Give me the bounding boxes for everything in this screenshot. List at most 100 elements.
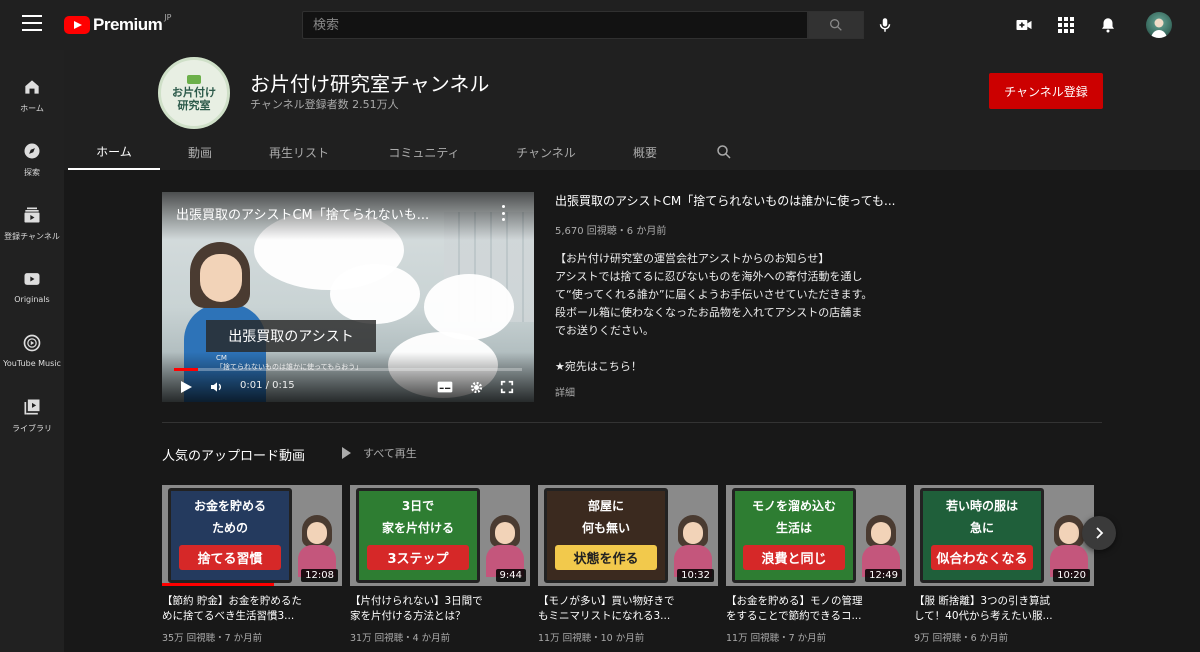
video-meta: 35万 回視聴・7 か月前 xyxy=(162,633,263,644)
video-title-line: 【節約 貯金】お金を貯めるた xyxy=(162,595,302,607)
more-vertical-icon[interactable] xyxy=(502,205,506,221)
fullscreen-button[interactable] xyxy=(498,378,516,396)
search-box xyxy=(302,11,808,39)
sidebar-item-youtube-music[interactable]: YouTube Music xyxy=(0,316,64,380)
person-illustration xyxy=(862,515,900,577)
account-avatar[interactable] xyxy=(1146,12,1172,38)
sidebar-item-label: ホーム xyxy=(20,104,44,113)
thumbnail-text: 捨てる習慣 xyxy=(179,545,281,570)
featured-video-player[interactable]: 出張買取のアシストCM「捨てられないも... 出張買取のアシスト CM 「捨てら… xyxy=(162,192,534,402)
video-title[interactable]: 【お金を貯める】モノの管理 をすることで節約できるコ... xyxy=(726,594,898,624)
sidebar-item-label: ライブラリ xyxy=(12,424,52,433)
video-thumbnail[interactable]: 部屋に 何も無い 状態を作る 10:32 xyxy=(538,485,718,586)
tab-videos[interactable]: 動画 xyxy=(170,134,230,170)
play-all-button[interactable]: すべて再生 xyxy=(342,445,417,461)
thumbnail-text: 浪費と同じ xyxy=(743,545,845,570)
sidebar-item-label: YouTube Music xyxy=(3,359,61,368)
subscriber-count: チャンネル登録者数 2.51万人 xyxy=(250,98,399,111)
thumbnail-text: 家を片付ける xyxy=(381,521,454,535)
channel-avatar[interactable]: お片付け 研究室 xyxy=(158,57,230,129)
thumbnail-text-card: モノを溜め込む 生活は 浪費と同じ xyxy=(732,488,856,583)
video-title[interactable]: 【モノが多い】買い物好きで もミニマリストになれる3... xyxy=(538,594,710,624)
featured-video-title[interactable]: 出張買取のアシストCM「捨てられないものは誰かに使っても... xyxy=(555,192,915,209)
subscribe-button[interactable]: チャンネル登録 xyxy=(989,73,1103,109)
player-title[interactable]: 出張買取のアシストCM「捨てられないも... xyxy=(176,204,496,223)
read-more-link[interactable]: 詳細 xyxy=(555,384,575,399)
settings-button[interactable] xyxy=(467,378,485,396)
person-illustration xyxy=(1050,515,1088,577)
play-icon xyxy=(342,447,351,459)
youtube-logo[interactable]: Premium JP xyxy=(64,13,171,36)
shelf-next-button[interactable] xyxy=(1082,516,1116,550)
video-card[interactable]: 部屋に 何も無い 状態を作る 10:32 【モノが多い】買い物好きで もミニマリストになれ… xyxy=(538,485,718,644)
thought-bubble xyxy=(424,274,514,340)
search-button[interactable] xyxy=(808,11,864,39)
tab-community[interactable]: コミュニティ xyxy=(374,134,474,170)
player-time: 0:01 / 0:15 xyxy=(240,380,295,391)
channel-home-content: 出張買取のアシストCM「捨てられないも... 出張買取のアシスト CM 「捨てら… xyxy=(64,170,1200,652)
tab-home[interactable]: ホーム xyxy=(68,134,160,170)
video-title[interactable]: 【服 断捨離】3つの引き算試 して！40代から考えたい服... xyxy=(914,594,1086,624)
progress-bar[interactable] xyxy=(174,368,522,371)
video-title-line: して！40代から考えたい服... xyxy=(914,610,1053,622)
tab-channels[interactable]: チャンネル xyxy=(504,134,588,170)
person-illustration xyxy=(298,515,336,577)
video-card[interactable]: 若い時の服は 急に 似合わなくなる 10:20 【服 断捨離】3つの引き算試 して！40代… xyxy=(914,485,1094,644)
subtitles-button[interactable] xyxy=(436,378,454,396)
video-thumbnail[interactable]: モノを溜め込む 生活は 浪費と同じ 12:49 xyxy=(726,485,906,586)
volume-icon xyxy=(211,382,221,392)
video-thumbnail[interactable]: 若い時の服は 急に 似合わなくなる 10:20 xyxy=(914,485,1094,586)
apps-button[interactable] xyxy=(1055,14,1077,36)
youtube-play-icon xyxy=(64,16,90,34)
search-input[interactable] xyxy=(303,12,807,38)
description-line: 段ボール箱に使わなくなったお品物を入れてアシストの店舗ま xyxy=(555,306,863,319)
logo-text: Premium xyxy=(93,15,163,34)
video-camera-icon xyxy=(1016,20,1032,30)
sidebar-item-explore[interactable]: 探索 xyxy=(0,124,64,188)
shelf-title[interactable]: 人気のアップロード動画 xyxy=(162,445,305,464)
video-title[interactable]: 【節約 貯金】お金を貯めるた めに捨てるべき生活習慣3... xyxy=(162,594,334,624)
notifications-button[interactable] xyxy=(1097,14,1119,36)
thumbnail-text: 若い時の服は xyxy=(945,499,1018,513)
channel-name: お片付け研究室チャンネル xyxy=(250,72,490,96)
featured-video-description: 【お片付け研究室の運営会社アシストからのお知らせ】 アシストでは捨てるに忍びない… xyxy=(555,250,915,380)
video-meta: 31万 回視聴・4 か月前 xyxy=(350,633,451,644)
sidebar-item-subscriptions[interactable]: 登録チャンネル xyxy=(0,188,64,252)
video-card[interactable]: 3日で 家を片付ける 3ステップ 9:44 【片付けられない】3日間で 家を片付ける方法と… xyxy=(350,485,530,644)
featured-video-meta: 5,670 回視聴・6 か月前 xyxy=(555,226,667,237)
video-title-line: 【モノが多い】買い物好きで xyxy=(538,595,675,607)
video-card[interactable]: モノを溜め込む 生活は 浪費と同じ 12:49 【お金を貯める】モノの管理 をすることで節… xyxy=(726,485,906,644)
mute-button[interactable] xyxy=(208,378,226,396)
thumbnail-text: お金を貯める xyxy=(193,499,266,513)
play-button[interactable] xyxy=(178,378,194,396)
video-duration: 10:32 xyxy=(677,569,714,582)
thumbnail-text-card: お金を貯める ための 捨てる習慣 xyxy=(168,488,292,583)
video-title[interactable]: 【片付けられない】3日間で 家を片付ける方法とは？ xyxy=(350,594,522,624)
woman-face-illustration xyxy=(200,254,242,302)
tab-playlists[interactable]: 再生リスト xyxy=(254,134,344,170)
video-title-line: もミニマリストになれる3... xyxy=(538,610,671,622)
sidebar-item-home[interactable]: ホーム xyxy=(0,60,64,124)
person-illustration xyxy=(486,515,524,577)
top-bar: Premium JP xyxy=(0,0,1200,50)
home-icon xyxy=(21,76,43,98)
tab-about[interactable]: 概要 xyxy=(620,134,670,170)
compass-icon xyxy=(21,140,43,162)
video-thumbnail[interactable]: 3日で 家を片付ける 3ステップ 9:44 xyxy=(350,485,530,586)
voice-search-button[interactable] xyxy=(874,14,896,36)
video-meta: 11万 回視聴・7 か月前 xyxy=(726,633,827,644)
music-icon xyxy=(21,332,43,354)
sidebar-item-library[interactable]: ライブラリ xyxy=(0,380,64,444)
channel-search-button[interactable] xyxy=(710,134,738,170)
thumbnail-text: モノを溜め込む xyxy=(751,499,836,513)
library-icon xyxy=(21,396,43,418)
sidebar-item-originals[interactable]: Originals xyxy=(0,252,64,316)
description-line: アシストでは捨てるに忍びないものを海外への寄付活動を通し xyxy=(555,270,863,283)
microphone-icon xyxy=(879,18,891,32)
menu-icon[interactable] xyxy=(22,15,42,33)
video-thumbnail[interactable]: お金を貯める ための 捨てる習慣 12:08 xyxy=(162,485,342,586)
video-meta: 11万 回視聴・10 か月前 xyxy=(538,633,645,644)
video-title-line: 【片付けられない】3日間で xyxy=(350,595,483,607)
create-video-button[interactable] xyxy=(1013,14,1035,36)
video-card[interactable]: お金を貯める ための 捨てる習慣 12:08 【節約 貯金】お金を貯めるた めに捨てるべき… xyxy=(162,485,342,644)
